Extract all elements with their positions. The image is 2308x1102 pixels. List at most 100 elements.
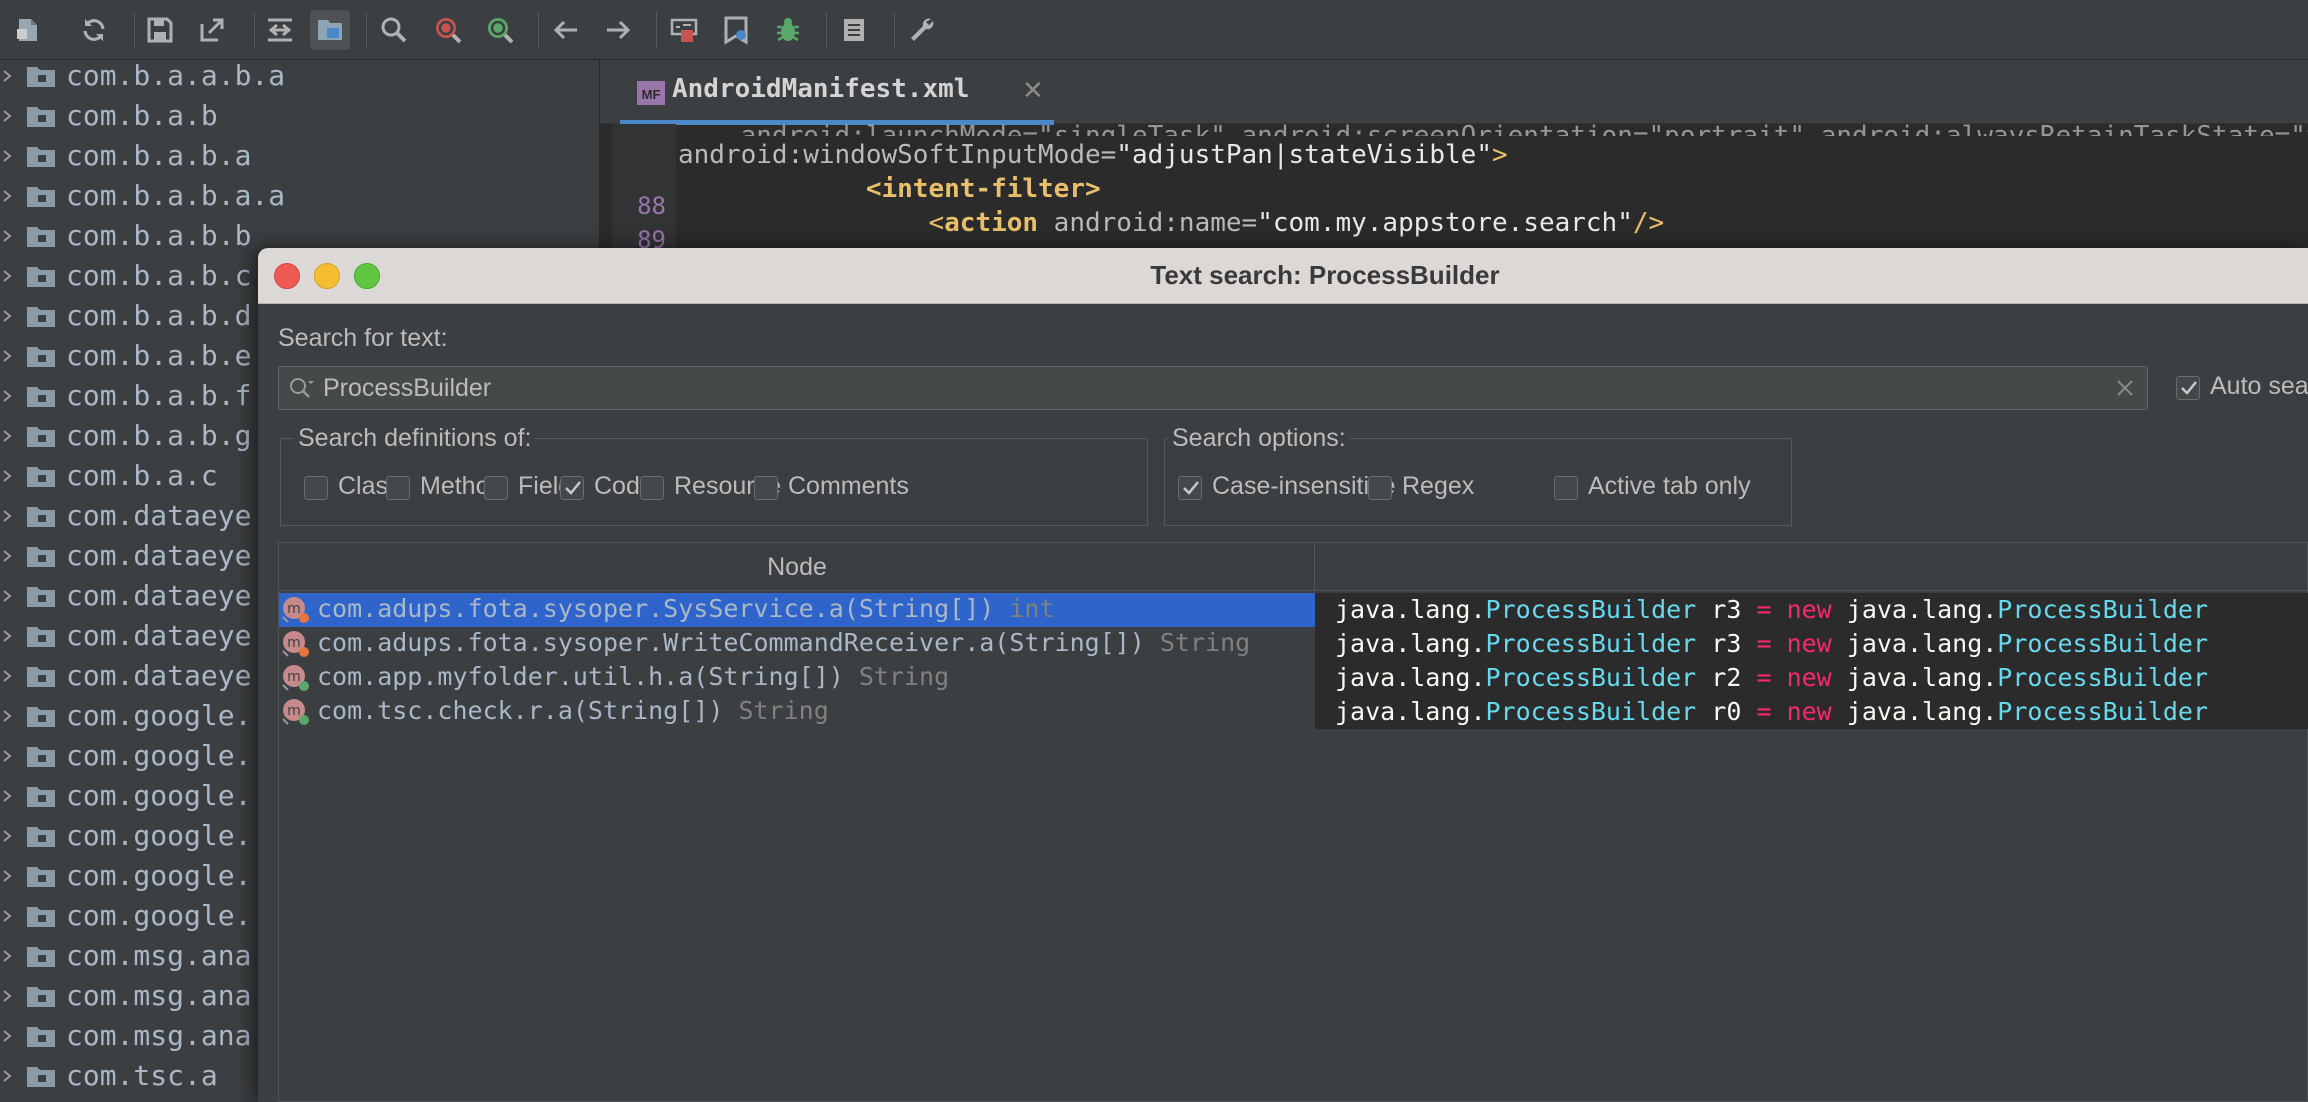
search-field[interactable] (278, 366, 2148, 410)
chevron-right-icon[interactable] (0, 416, 14, 456)
active-tab-only-checkbox[interactable] (1554, 476, 1578, 500)
package-folder-icon (27, 667, 55, 687)
resource-checkbox[interactable] (640, 476, 664, 500)
chevron-right-icon[interactable] (0, 256, 14, 296)
log-viewer-button[interactable] (716, 10, 756, 50)
regex-checkbox[interactable] (1368, 476, 1392, 500)
tree-item[interactable]: com.b.a.b.a.a (0, 176, 599, 216)
text-search-button[interactable] (374, 10, 414, 50)
package-folder-icon (27, 587, 55, 607)
back-button[interactable] (546, 10, 586, 50)
package-folder-icon (27, 627, 55, 647)
debug-button[interactable] (768, 10, 808, 50)
chevron-right-icon[interactable] (0, 136, 14, 176)
code-cell[interactable]: java.lang.ProcessBuilder r3 = new java.l… (1315, 593, 2308, 627)
class-checkbox[interactable] (304, 476, 328, 500)
code-checkbox[interactable] (560, 476, 584, 500)
code-cell[interactable]: java.lang.ProcessBuilder r3 = new java.l… (1315, 627, 2308, 661)
chevron-right-icon[interactable] (0, 856, 14, 896)
checkbox-label[interactable]: Active tab only (1588, 472, 1751, 501)
package-folder-icon (27, 787, 55, 807)
checkbox-label[interactable]: Regex (1402, 472, 1474, 501)
method-checkbox[interactable] (386, 476, 410, 500)
column-header-node[interactable]: Node (279, 543, 1315, 591)
node-signature: com.adups.fota.sysoper.WriteCommandRecei… (317, 628, 1251, 657)
chevron-right-icon[interactable] (0, 976, 14, 1016)
comments-checkbox[interactable] (754, 476, 778, 500)
tree-item-label: com.google. (66, 739, 252, 772)
usage-search-button[interactable] (480, 10, 520, 50)
chevron-right-icon[interactable] (0, 736, 14, 776)
tree-item-label: com.dataeye (66, 619, 252, 652)
node-cell[interactable]: m com.adups.fota.sysoper.SysService.a(Str… (279, 593, 1315, 627)
class-search-button[interactable] (428, 10, 468, 50)
chevron-right-icon[interactable] (0, 216, 14, 256)
open-file-icon (17, 19, 37, 41)
chevron-right-icon[interactable] (0, 496, 14, 536)
checkbox-label[interactable]: Comments (788, 472, 909, 501)
chevron-right-icon[interactable] (0, 656, 14, 696)
chevron-right-icon[interactable] (0, 376, 14, 416)
code-cell[interactable]: java.lang.ProcessBuilder r2 = new java.l… (1315, 661, 2308, 695)
sync-button[interactable] (74, 10, 114, 50)
table-row[interactable]: m com.adups.fota.sysoper.WriteCommandRece… (279, 627, 2308, 661)
auto-search-checkbox[interactable] (2176, 376, 2200, 400)
export-button[interactable] (192, 10, 232, 50)
chevron-right-icon[interactable] (0, 1016, 14, 1056)
table-row[interactable]: m com.adups.fota.sysoper.SysService.a(Str… (279, 593, 2308, 627)
save-button[interactable] (140, 10, 180, 50)
chevron-right-icon[interactable] (0, 456, 14, 496)
search-input[interactable] (323, 367, 2083, 409)
node-cell[interactable]: m com.adups.fota.sysoper.WriteCommandRece… (279, 627, 1315, 661)
clear-icon[interactable] (2113, 376, 2137, 400)
tree-item[interactable]: com.b.a.b.a (0, 136, 599, 176)
code-line: <action android:name="com.my.appstore.se… (928, 208, 1665, 238)
tree-item-label: com.b.a.b.b (66, 219, 252, 252)
chevron-right-icon[interactable] (0, 1056, 14, 1096)
forward-button[interactable] (598, 10, 638, 50)
package-folder-icon (27, 387, 55, 407)
chevron-right-icon[interactable] (0, 696, 14, 736)
node-cell[interactable]: m com.tsc.check.r.a(String[]) String (279, 695, 1315, 729)
chevron-right-icon[interactable] (0, 896, 14, 936)
chevron-right-icon[interactable] (0, 536, 14, 576)
field-checkbox[interactable] (484, 476, 508, 500)
chevron-right-icon[interactable] (0, 176, 14, 216)
chevron-right-icon[interactable] (0, 616, 14, 656)
tab-android-manifest[interactable]: MF AndroidManifest.xml ✕ (620, 60, 1654, 124)
options-label: Search options: (1168, 424, 1350, 453)
package-folder-icon (27, 747, 55, 767)
chevron-right-icon[interactable] (0, 60, 14, 96)
case-insensitive-checkbox[interactable] (1178, 476, 1202, 500)
chevron-right-icon[interactable] (0, 576, 14, 616)
tree-item[interactable]: com.b.a.b (0, 96, 599, 136)
deobfuscation-button[interactable] (664, 10, 704, 50)
package-folder-icon (27, 987, 55, 1007)
preferences-button[interactable] (902, 10, 942, 50)
table-row[interactable]: m com.tsc.check.r.a(String[]) String java.… (279, 695, 2308, 729)
column-header-code[interactable] (1315, 543, 2308, 591)
show-tree-button[interactable] (310, 10, 350, 50)
table-row[interactable]: m com.app.myfolder.util.h.a(String[]) Str… (279, 661, 2308, 695)
tree-item[interactable]: com.b.a.a.b.a (0, 60, 599, 96)
tree-item-label: com.msg.ana (66, 939, 252, 972)
export-icon (200, 18, 224, 42)
chevron-right-icon[interactable] (0, 296, 14, 336)
code-cell[interactable]: java.lang.ProcessBuilder r0 = new java.l… (1315, 695, 2308, 729)
package-folder-icon (27, 67, 55, 87)
code-line: <intent-filter> (865, 174, 1101, 204)
package-folder-icon (27, 227, 55, 247)
log-button[interactable] (834, 10, 874, 50)
chevron-right-icon[interactable] (0, 776, 14, 816)
open-file-button[interactable] (8, 10, 48, 50)
dialog-title-bar[interactable]: Text search: ProcessBuilder (258, 248, 2308, 304)
tree-item-label: com.b.a.b.e (66, 339, 252, 372)
flatten-packages-button[interactable] (260, 10, 300, 50)
close-icon[interactable]: ✕ (1022, 76, 1044, 106)
chevron-right-icon[interactable] (0, 816, 14, 856)
chevron-right-icon[interactable] (0, 96, 14, 136)
chevron-right-icon[interactable] (0, 936, 14, 976)
chevron-right-icon[interactable] (0, 336, 14, 376)
package-folder-icon (27, 507, 55, 527)
node-cell[interactable]: m com.app.myfolder.util.h.a(String[]) Str… (279, 661, 1315, 695)
